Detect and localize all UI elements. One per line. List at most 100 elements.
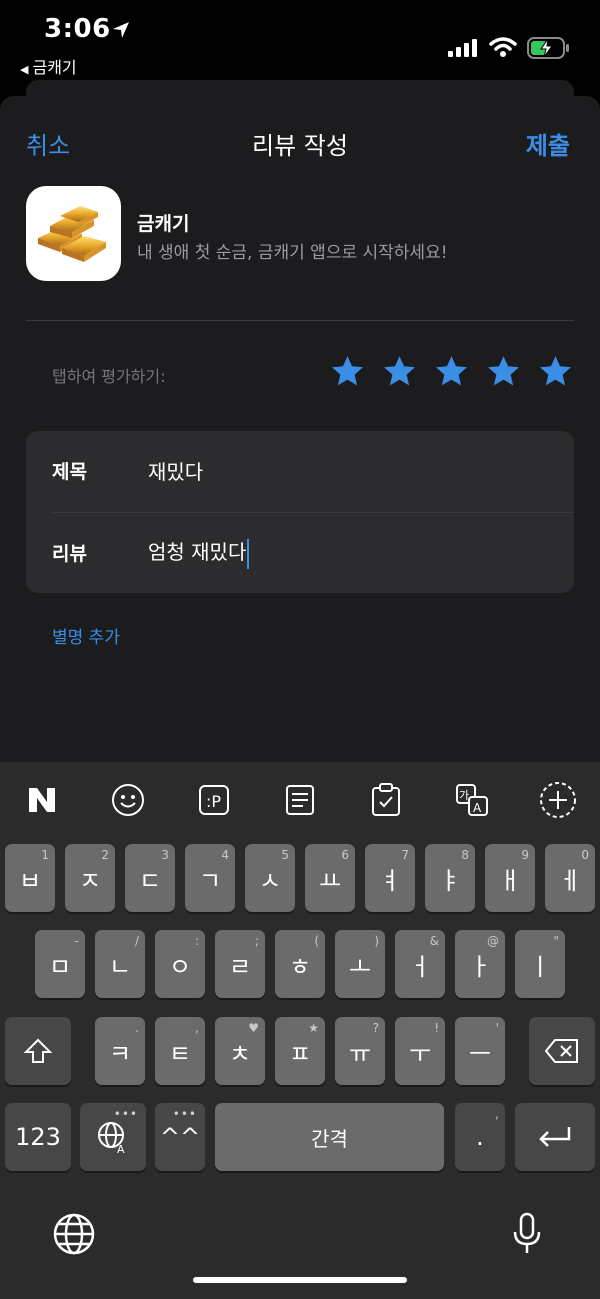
keyboard: :P 가A 1 ㅂ 2 ㅈ 3 ㄷ 4 ㄱ 5 ㅅ 6 ㅛ 7 ㅕ 8 ㅑ 9 ㅐ 0 ㅔ - ㅁ / ㄴ: ㅇ; ㄹ(ㅎ) ㅗ & ㅓ… [0,762,600,1299]
space-key[interactable]: 간격 [215,1103,444,1171]
key-hint: 5 [281,848,289,862]
key-row1-1[interactable]: 2ㅈ [65,844,115,912]
period-key-hint: , [495,1107,499,1121]
key-row2-6[interactable]: & ㅓ [395,930,445,998]
globe-a-icon: A [98,1122,125,1154]
text-caret [247,538,250,569]
key-row2-0[interactable]: -ㅁ [35,930,85,998]
review-form: 제목 재밌다 리뷰 엄청 재밌다 [26,431,574,593]
submit-button[interactable]: 제출 [526,126,570,161]
key-label: ㅁ [48,952,72,981]
key-label: ㅜ [408,1039,432,1068]
star-1-icon[interactable] [330,354,365,389]
key-row1-9[interactable]: 0ㅔ [545,844,595,912]
key-row1-2[interactable]: 3ㄷ [125,844,175,912]
key-row3-3[interactable]: ★ ㅍ [275,1017,325,1085]
key-hint: 8 [461,848,469,862]
key-hint: @ [487,934,499,948]
key-hint: & [429,934,439,948]
naver-icon[interactable] [20,778,64,822]
key-label: ㅛ [318,866,342,895]
page-title: 리뷰 작성 [252,132,348,160]
star-2-icon[interactable] [382,354,417,389]
key-hint: / [134,934,139,948]
key-row1-6[interactable]: 7ㅕ [365,844,415,912]
add-icon[interactable] [536,778,580,822]
key-hint: ) [374,934,379,948]
star-5-icon[interactable] [538,354,573,389]
svg-text:A: A [473,801,482,815]
key-row2-3[interactable]: ; ㄹ [215,930,265,998]
key-hint: 3 [161,848,169,862]
key-hint: 1 [41,848,49,862]
more-dots-icon: ••• [113,1107,138,1121]
key-row1-4[interactable]: 5ㅅ [245,844,295,912]
key-row1-0[interactable]: 1ㅂ [5,844,55,912]
gold-bars-icon [38,206,106,262]
key-label: ㄴ [108,952,132,981]
key-row2-2[interactable]: :ㅇ [155,930,205,998]
numbers-key-label: 123 [15,1123,61,1151]
key-label: ㅠ [348,1039,372,1068]
key-row3-5[interactable]: ! ㅜ [395,1017,445,1085]
key-label: ㅋ [108,1039,132,1068]
key-label: ㅎ [288,952,312,981]
key-label: ㅔ [558,866,582,895]
key-row2-5[interactable]: ) ㅗ [335,930,385,998]
form-divider [52,512,574,513]
key-label: ㅍ [288,1039,312,1068]
return-key[interactable] [515,1103,595,1171]
back-to-app-link[interactable]: ◀ 금캐기 [20,54,77,78]
caret-key-label: ^^ [159,1123,201,1151]
key-row1-7[interactable]: 8ㅑ [425,844,475,912]
numbers-key[interactable]: 123 [5,1103,71,1171]
key-label: ㅏ [468,952,492,981]
key-row1-8[interactable]: 9ㅐ [485,844,535,912]
caret-key[interactable]: ••• ^^ [155,1103,205,1171]
star-4-icon[interactable] [486,354,521,389]
rating-label: 탭하여 평가하기: [52,367,166,386]
app-icon [26,186,121,281]
star-rating[interactable] [330,354,573,389]
key-row2-4[interactable]: (ㅎ [275,930,325,998]
key-hint: 7 [401,848,409,862]
wifi-icon [489,36,517,62]
home-indicator [193,1277,407,1283]
backspace-key[interactable] [529,1017,595,1085]
key-row2-1[interactable]: / ㄴ [95,930,145,998]
key-label: ㅕ [378,866,402,895]
key-label: ㄹ [228,952,252,981]
clipboard-p-icon[interactable]: :P [192,778,236,822]
key-row3-1[interactable]: ,ㅌ [155,1017,205,1085]
key-row1-3[interactable]: 4ㄱ [185,844,235,912]
globe-icon[interactable] [50,1210,98,1258]
emoji-icon[interactable] [106,778,150,822]
back-app-label: 금캐기 [32,58,77,77]
key-row3-2[interactable]: ♥ ㅊ [215,1017,265,1085]
key-row2-7[interactable]: @ ㅏ [455,930,505,998]
key-hint: 6 [341,848,349,862]
add-nickname-link[interactable]: 별명 추가 [52,623,120,648]
svg-text:A: A [117,1143,125,1154]
key-label: ㅈ [78,866,102,895]
key-row3-0[interactable]: .ㅋ [95,1017,145,1085]
key-label: ㅑ [438,866,462,895]
key-hint: ♥ [248,1021,259,1035]
battery-charging-icon [527,36,571,64]
key-row2-8[interactable]: " ㅣ [515,930,565,998]
key-row1-5[interactable]: 6ㅛ [305,844,355,912]
translate-icon[interactable]: 가A [450,778,494,822]
language-key[interactable]: ••• A [80,1103,146,1171]
shift-key[interactable] [5,1017,71,1085]
clipboard-check-icon[interactable] [364,778,408,822]
review-label: 리뷰 [52,543,87,565]
key-row3-6[interactable]: ' ㅡ [455,1017,505,1085]
key-row3-4[interactable]: ? ㅠ [335,1017,385,1085]
title-input[interactable]: 재밌다 [148,456,203,485]
microphone-icon[interactable] [505,1210,549,1258]
period-key[interactable]: , . [455,1103,505,1171]
memo-icon[interactable] [278,778,322,822]
star-3-icon[interactable] [434,354,469,389]
review-input[interactable]: 엄청 재밌다 [148,536,250,569]
more-dots-icon: ••• [172,1107,197,1121]
